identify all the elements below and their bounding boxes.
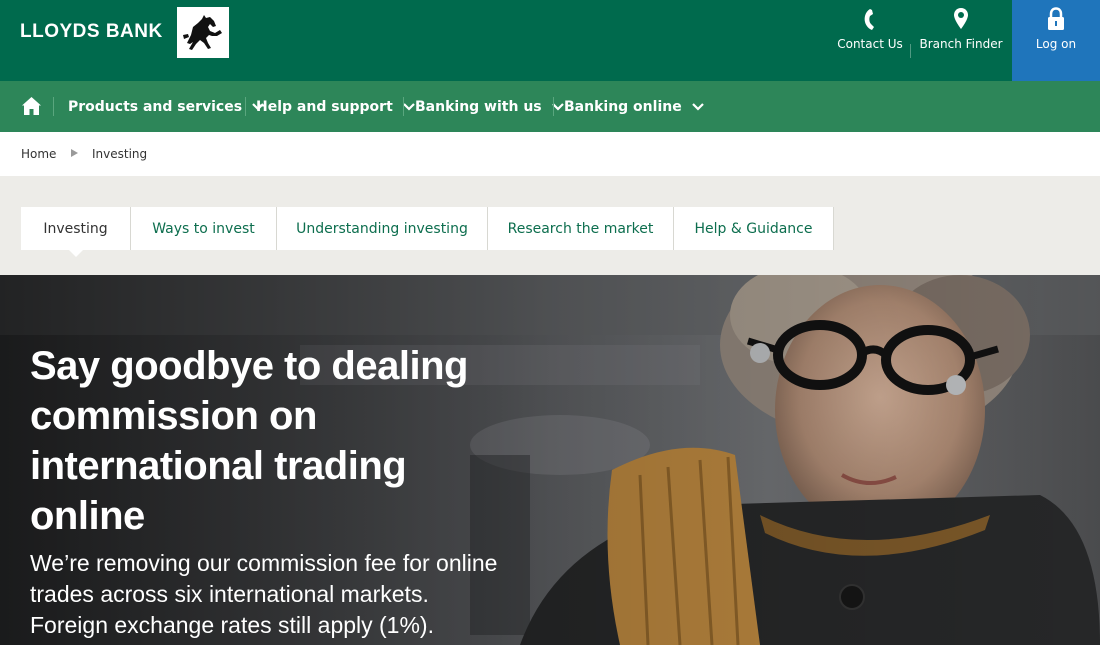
nav-banking-with-us[interactable]: Banking with us xyxy=(415,81,564,132)
contact-us-link[interactable]: Contact Us xyxy=(834,0,906,81)
hero-title: Say goodbye to dealing commission on int… xyxy=(30,344,468,538)
home-icon[interactable] xyxy=(21,96,42,116)
nav-help-and-support[interactable]: Help and support xyxy=(256,81,415,132)
branch-finder-label: Branch Finder xyxy=(919,37,1003,51)
main-navigation: Products and services Help and support B… xyxy=(0,81,1100,132)
tab-understanding-investing[interactable]: Understanding investing xyxy=(277,207,488,250)
section-tabs: Investing Ways to invest Understanding i… xyxy=(21,207,834,257)
contact-us-label: Contact Us xyxy=(837,37,903,51)
nav-banking-online[interactable]: Banking online xyxy=(564,81,704,132)
nav-divider xyxy=(403,97,404,116)
tab-help-and-guidance[interactable]: Help & Guidance xyxy=(674,207,834,250)
nav-banking-online-label: Banking online xyxy=(564,98,682,115)
nav-divider xyxy=(553,97,554,116)
tab-research-the-market[interactable]: Research the market xyxy=(488,207,674,250)
nav-help-label: Help and support xyxy=(256,98,393,115)
utility-divider xyxy=(910,44,911,58)
nav-products-label: Products and services xyxy=(68,98,243,115)
nav-banking-with-us-label: Banking with us xyxy=(415,98,542,115)
black-horse-logo[interactable] xyxy=(177,7,229,58)
nav-products-and-services[interactable]: Products and services xyxy=(68,81,264,132)
phone-icon xyxy=(864,9,874,30)
breadcrumb: Home Investing xyxy=(0,132,1100,176)
hero-subtitle: We’re removing our commission fee for on… xyxy=(30,550,498,638)
brand-name[interactable]: LLOYDS BANK xyxy=(20,21,163,43)
tab-ways-to-invest[interactable]: Ways to invest xyxy=(131,207,277,250)
hero-banner: Say goodbye to dealing commission on int… xyxy=(0,275,1100,645)
breadcrumb-home-link[interactable]: Home xyxy=(21,147,56,161)
padlock-icon xyxy=(1048,7,1064,30)
chevron-down-icon xyxy=(403,102,415,111)
nav-divider xyxy=(245,97,246,116)
log-on-button[interactable]: Log on xyxy=(1012,0,1100,81)
nav-divider xyxy=(53,97,54,116)
top-header: LLOYDS BANK Contact Us Branch Finder Log… xyxy=(0,0,1100,81)
tab-investing[interactable]: Investing xyxy=(21,207,131,257)
breadcrumb-arrow-icon xyxy=(71,149,78,157)
chevron-down-icon xyxy=(691,102,704,111)
map-pin-icon xyxy=(954,8,968,29)
log-on-label: Log on xyxy=(1035,37,1077,51)
breadcrumb-current: Investing xyxy=(92,147,148,161)
section-tabs-area: Investing Ways to invest Understanding i… xyxy=(0,176,1100,275)
branch-finder-link[interactable]: Branch Finder xyxy=(914,0,1008,81)
